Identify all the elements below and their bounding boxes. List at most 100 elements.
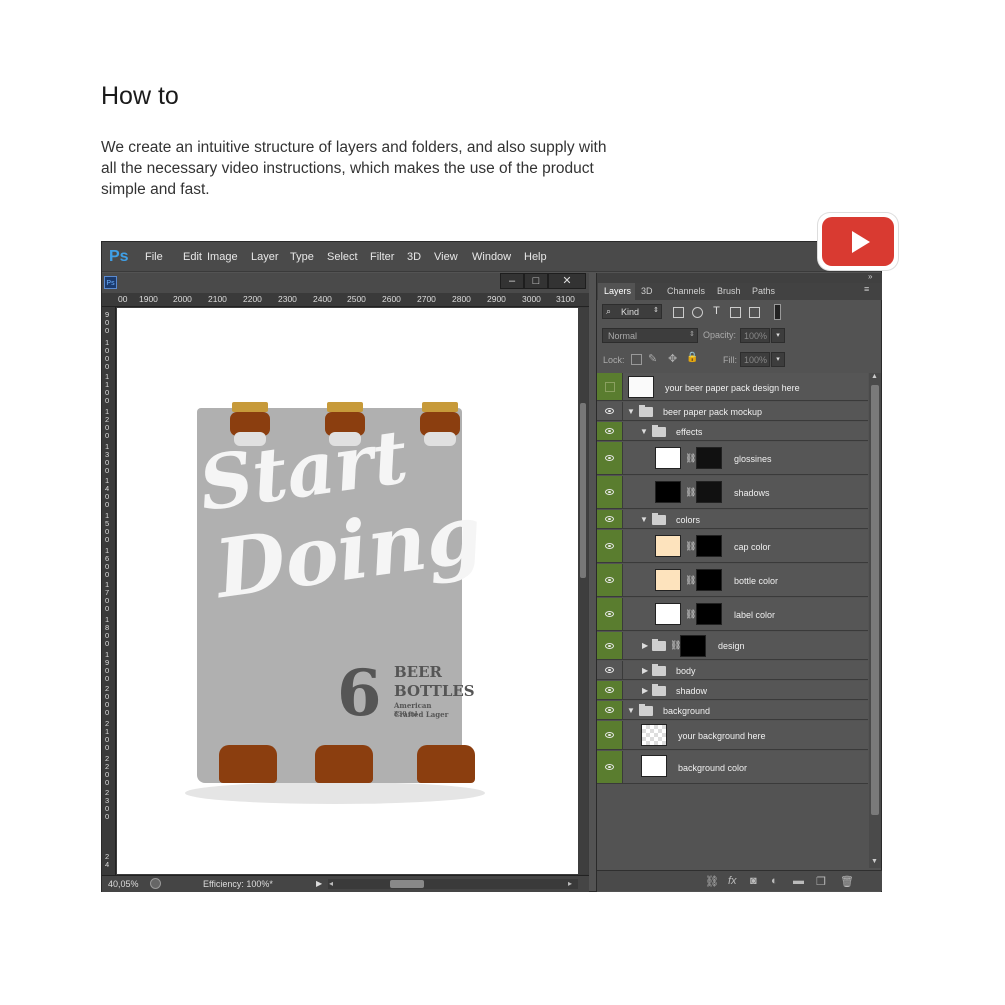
new-group-icon[interactable]: ▬ [793,875,804,887]
visibility-toggle[interactable] [597,564,623,596]
menu-window[interactable]: Window [472,251,511,263]
tab-paths[interactable]: Paths [752,286,775,296]
menu-file[interactable]: File [145,251,163,263]
maximize-icon[interactable]: □ [524,273,548,289]
menu-edit[interactable]: Edit [183,251,202,263]
menu-type[interactable]: Type [290,251,314,263]
visibility-toggle[interactable] [597,751,623,783]
status-menu-arrow-icon[interactable]: ▶ [316,879,322,888]
tab-brush[interactable]: Brush [717,286,741,296]
canvas-vertical-scrollbar[interactable] [578,308,588,874]
panel-menu-icon[interactable]: ≡ [864,284,869,294]
menu-select[interactable]: Select [327,251,358,263]
menu-3d[interactable]: 3D [407,251,421,263]
visibility-toggle[interactable] [597,510,623,528]
scroll-right-icon[interactable]: ▸ [568,879,572,888]
layer-row[interactable]: ▼ effects [597,422,868,441]
opacity-input[interactable]: 100% [740,328,770,343]
panel-collapse-bar[interactable]: » [597,272,882,283]
delete-layer-icon[interactable]: 🗑 [840,875,854,888]
layer-row[interactable]: ⛓ bottle color [597,564,868,597]
expand-caret-icon[interactable]: ▶ [642,641,648,650]
link-icon[interactable]: ⛓ [685,541,696,552]
youtube-play-button[interactable] [818,213,898,270]
expand-caret-icon[interactable]: ▶ [642,666,648,675]
opacity-dropdown-icon[interactable]: ▾ [771,328,785,343]
tab-layers[interactable]: Layers [604,286,631,296]
expand-caret-icon[interactable]: ▼ [640,515,648,524]
layers-scrollbar[interactable]: ▲ ▼ [869,373,881,868]
canvas[interactable]: Start Doing 6 BEER BOTTLES American Craf… [117,308,578,874]
canvas-horizontal-scrollbar[interactable]: ◂ ▸ [328,879,578,889]
layer-row[interactable]: ▶ ⛓ design [597,632,868,660]
visibility-toggle[interactable] [597,681,623,699]
scroll-left-icon[interactable]: ◂ [329,879,333,888]
adjustment-layer-icon[interactable]: ◐ [771,875,778,887]
layer-row[interactable]: ⛓ glossines [597,442,868,475]
layer-row[interactable]: your beer paper pack design here [597,373,868,401]
layer-row[interactable]: ▶ body [597,661,868,680]
visibility-toggle[interactable] [597,661,623,679]
layer-row[interactable]: ▶ shadow [597,681,868,700]
visibility-toggle[interactable] [597,721,623,749]
menu-image[interactable]: Image [207,251,238,263]
visibility-toggle[interactable] [597,701,623,719]
layer-row[interactable]: background color [597,751,868,784]
filter-shape-icon[interactable] [730,307,741,318]
lock-brush-icon[interactable]: ✎ [648,352,657,365]
layer-row[interactable]: ▼ beer paper pack mockup [597,402,868,421]
link-icon[interactable]: ⛓ [685,487,696,498]
expand-caret-icon[interactable]: ▼ [627,706,635,715]
layer-row[interactable]: ⛓ shadows [597,476,868,509]
tab-channels[interactable]: Channels [667,286,705,296]
link-icon[interactable]: ⛓ [685,453,696,464]
menu-view[interactable]: View [434,251,458,263]
menu-filter[interactable]: Filter [370,251,394,263]
scroll-thumb[interactable] [871,385,879,815]
expand-caret-icon[interactable]: ▼ [627,407,635,416]
status-info-icon[interactable] [150,878,161,889]
expand-caret-icon[interactable]: ▼ [640,427,648,436]
lock-move-icon[interactable]: ✥ [668,352,677,365]
menu-help[interactable]: Help [524,251,547,263]
new-layer-icon[interactable]: ❐ [816,875,826,888]
filter-toggle[interactable] [774,304,781,320]
scroll-down-icon[interactable]: ▼ [871,858,878,865]
filter-adjustment-icon[interactable] [692,307,703,318]
visibility-toggle[interactable] [597,476,623,508]
visibility-toggle[interactable] [597,373,623,400]
visibility-toggle[interactable] [597,632,623,659]
filter-pixel-icon[interactable] [673,307,684,318]
lock-transparent-icon[interactable] [631,354,642,365]
visibility-toggle[interactable] [597,598,623,630]
scroll-thumb[interactable] [580,403,586,578]
visibility-toggle[interactable] [597,530,623,562]
fill-dropdown-icon[interactable]: ▾ [771,352,785,367]
filter-kind-select[interactable]: ⌕ Kind ⇕ [602,304,662,319]
lock-all-icon[interactable]: 🔒 [686,352,698,363]
visibility-toggle[interactable] [597,402,623,420]
visibility-toggle[interactable] [597,422,623,440]
layer-row[interactable]: ⛓ label color [597,598,868,631]
layer-row[interactable]: ▼ colors [597,510,868,529]
filter-smart-object-icon[interactable] [749,307,760,318]
layer-row[interactable]: your background here [597,721,868,750]
add-mask-icon[interactable]: ◙ [750,875,757,887]
scroll-up-icon[interactable]: ▲ [871,373,878,380]
link-layers-icon[interactable]: ⛓ [705,875,719,888]
layer-style-icon[interactable]: fx [728,875,737,887]
close-icon[interactable]: ✕ [548,273,586,289]
collapse-icon[interactable]: » [868,272,872,281]
zoom-level[interactable]: 40,05% [108,879,139,889]
layer-row[interactable]: ⛓ cap color [597,530,868,563]
scroll-thumb[interactable] [390,880,424,888]
visibility-toggle[interactable] [597,442,623,474]
layer-row[interactable]: ▼ background [597,701,868,720]
menu-layer[interactable]: Layer [251,251,279,263]
link-icon[interactable]: ⛓ [685,575,696,586]
filter-type-icon[interactable]: T [711,306,722,318]
blend-mode-select[interactable]: Normal ⇕ [602,328,698,343]
minimize-icon[interactable]: – [500,273,524,289]
link-icon[interactable]: ⛓ [685,609,696,620]
expand-caret-icon[interactable]: ▶ [642,686,648,695]
